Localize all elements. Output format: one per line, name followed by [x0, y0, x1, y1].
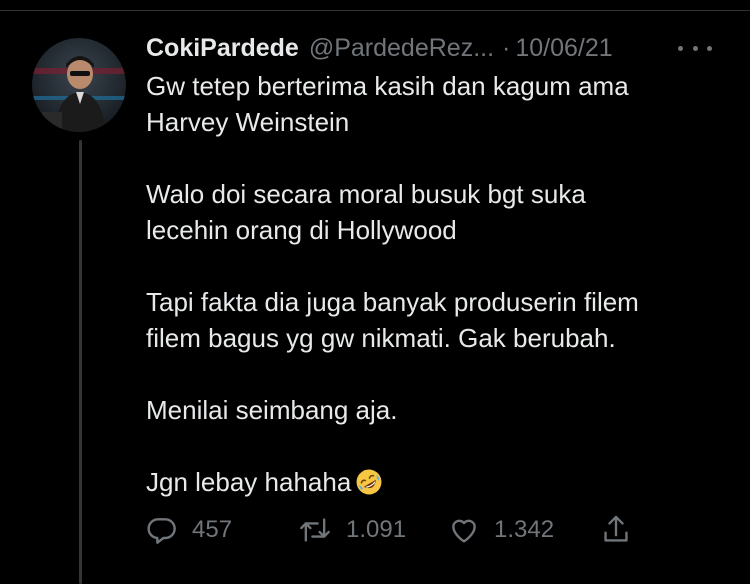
tweet-line: Menilai seimbang aja.: [146, 395, 398, 425]
header-separator: ·: [502, 33, 511, 62]
user-handle[interactable]: @PardedeRez...: [309, 34, 494, 63]
tweet-line: filem bagus yg gw nikmati. Gak berubah.: [146, 323, 616, 353]
rolling-laughing-emoji-icon: [356, 469, 382, 495]
avatar-image: [32, 38, 126, 132]
tweet-line: Jgn lebay hahaha: [146, 467, 352, 497]
top-divider: [0, 10, 750, 11]
tweet-date[interactable]: 10/06/21: [515, 34, 612, 63]
retweet-button[interactable]: 1.091: [298, 514, 448, 546]
tweet-line: Tapi fakta dia juga banyak produserin fi…: [146, 287, 639, 317]
avatar[interactable]: [32, 38, 126, 132]
tweet-text: Gw tetep berterima kasih dan kagum ama H…: [146, 68, 736, 500]
retweet-count: 1.091: [346, 516, 407, 543]
tweet-line: Walo doi secara moral busuk bgt suka: [146, 179, 586, 209]
tweet: CokiPardede @PardedeRez... · 10/06/21 Gw…: [146, 28, 736, 500]
like-button[interactable]: 1.342: [448, 514, 600, 546]
like-count: 1.342: [494, 516, 555, 543]
display-name[interactable]: CokiPardede: [146, 34, 299, 63]
tweet-header: CokiPardede @PardedeRez... · 10/06/21: [146, 28, 736, 68]
reply-count: 457: [192, 516, 233, 543]
reply-button[interactable]: 457: [146, 514, 298, 546]
tweet-line: lecehin orang di Hollywood: [146, 215, 457, 245]
share-button[interactable]: [600, 513, 632, 547]
tweet-last-line: Jgn lebay hahaha: [146, 464, 736, 500]
tweet-line: Gw tetep berterima kasih dan kagum ama: [146, 71, 629, 101]
share-icon: [604, 515, 628, 542]
tweet-line: Harvey Weinstein: [146, 107, 350, 137]
tweet-actions: 457 1.091 1.342: [146, 510, 646, 550]
like-icon: [452, 519, 476, 543]
more-icon[interactable]: [678, 36, 712, 60]
thread-connector-line: [79, 140, 82, 584]
reply-icon: [147, 518, 176, 544]
retweet-icon: [300, 518, 330, 542]
